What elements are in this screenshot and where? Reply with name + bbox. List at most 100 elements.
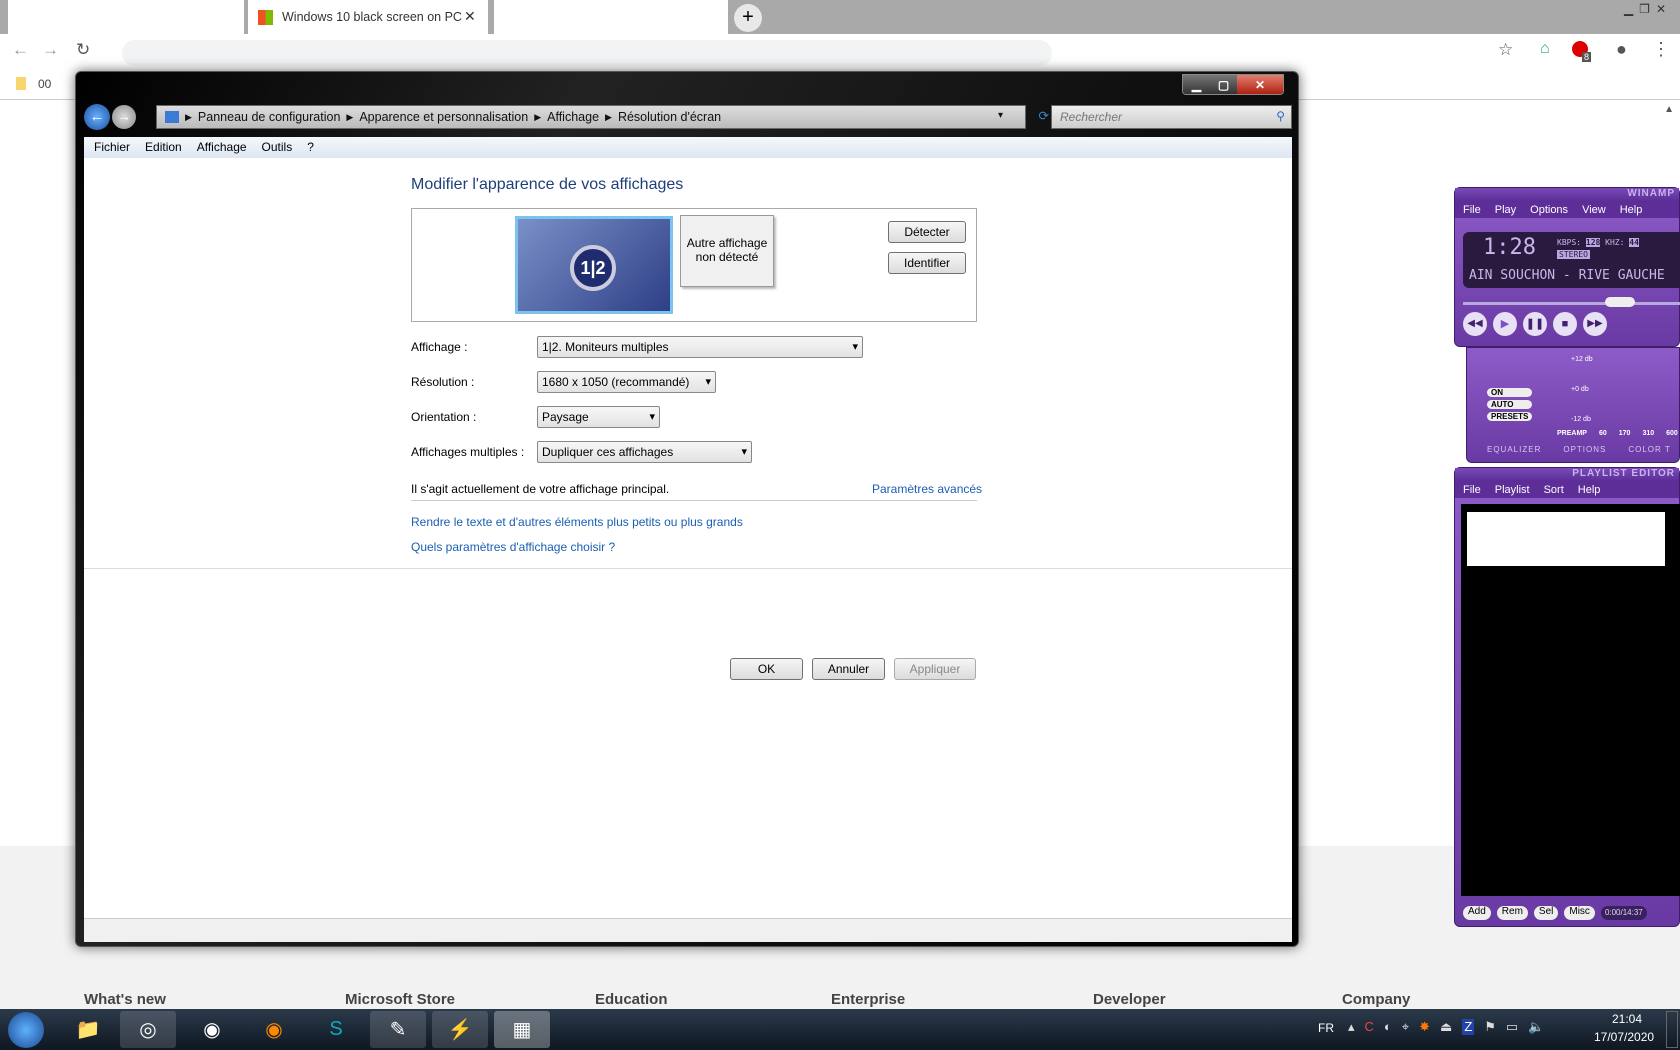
winamp-taskbar-icon[interactable]: ⚡	[432, 1011, 488, 1048]
menu-file[interactable]: File	[1463, 484, 1481, 496]
scroll-up-icon[interactable]: ▲	[1664, 104, 1674, 115]
clock-time[interactable]: 21:04	[1612, 1012, 1642, 1026]
notepad-taskbar-icon[interactable]: ✎	[370, 1011, 426, 1048]
footer-link[interactable]: Microsoft Store	[345, 991, 455, 1008]
control-panel-taskbar-icon[interactable]: ▦	[494, 1011, 550, 1048]
advanced-settings-link[interactable]: Paramètres avancés	[872, 482, 982, 496]
menu-play[interactable]: Play	[1495, 204, 1516, 216]
footer-link[interactable]: Company	[1342, 991, 1410, 1008]
reload-icon[interactable]: ↻	[76, 40, 90, 60]
minimize-button[interactable]: ▁	[1183, 75, 1210, 94]
flag-icon[interactable]: ⚑	[1484, 1019, 1496, 1035]
playlist-title[interactable]: PLAYLIST EDITOR	[1455, 468, 1679, 482]
refresh-icon[interactable]: ⟳	[1039, 108, 1049, 123]
minimize-icon[interactable]: ▁	[1624, 2, 1633, 16]
eq-presets-button[interactable]: PRESETS	[1487, 412, 1533, 421]
breadcrumb-item[interactable]: Résolution d'écran	[618, 110, 721, 124]
cancel-button[interactable]: Annuler	[812, 658, 885, 680]
chromium-taskbar-icon[interactable]: ◎	[120, 1011, 176, 1048]
menu-icon[interactable]: ⋮	[1652, 39, 1670, 60]
playlist-select-button[interactable]: Sel	[1533, 906, 1559, 920]
winamp-title[interactable]: WINAMP	[1455, 188, 1679, 202]
menu-affichage[interactable]: Affichage	[197, 140, 247, 155]
tab-color[interactable]: COLOR T	[1628, 445, 1670, 454]
resolution-select[interactable]: 1680 x 1050 (recommandé)	[537, 371, 716, 393]
undetected-display[interactable]: Autre affichage non détecté	[680, 215, 774, 287]
volume-icon[interactable]: 🔈	[1528, 1019, 1544, 1035]
playlist-remove-button[interactable]: Rem	[1496, 906, 1528, 920]
tab-equalizer[interactable]: EQUALIZER	[1487, 445, 1541, 454]
footer-link[interactable]: Enterprise	[831, 991, 905, 1008]
start-button[interactable]	[8, 1012, 44, 1048]
playlist-list[interactable]	[1461, 504, 1680, 896]
menu-edition[interactable]: Edition	[145, 140, 182, 155]
skype-taskbar-icon[interactable]: S	[308, 1011, 364, 1048]
pause-icon[interactable]: ❚❚	[1523, 312, 1547, 336]
app-tray-icon[interactable]: ◐	[1384, 1019, 1392, 1035]
menu-options[interactable]: Options	[1530, 204, 1568, 216]
playlist-misc-button[interactable]: Misc	[1564, 906, 1595, 920]
ok-button[interactable]: OK	[730, 658, 803, 680]
menu-playlist[interactable]: Playlist	[1495, 484, 1530, 496]
back-button[interactable]: ←	[84, 104, 110, 130]
identify-button[interactable]: Identifier	[888, 252, 966, 274]
playlist-add-button[interactable]: Add	[1463, 906, 1491, 920]
display-help-link[interactable]: Quels paramètres d'affichage choisir ?	[411, 540, 615, 554]
back-icon[interactable]: ←	[12, 40, 29, 60]
close-button[interactable]: ✕	[1237, 75, 1283, 94]
show-desktop-button[interactable]	[1666, 1011, 1678, 1048]
address-bar[interactable]	[122, 40, 1052, 66]
chrome-taskbar-icon[interactable]: ◉	[184, 1011, 240, 1048]
menu-view[interactable]: View	[1582, 204, 1606, 216]
multiple-displays-select[interactable]: Dupliquer ces affichages	[537, 441, 752, 463]
network-icon[interactable]: ▭	[1506, 1019, 1518, 1035]
detect-button[interactable]: Détecter	[888, 221, 966, 243]
stop-icon[interactable]: ■	[1553, 312, 1577, 336]
maximize-button[interactable]: ▢	[1210, 75, 1237, 94]
menu-file[interactable]: File	[1463, 204, 1481, 216]
dropdown-icon[interactable]: ▾	[998, 110, 1003, 121]
menu-outils[interactable]: Outils	[262, 140, 293, 155]
forward-button[interactable]: →	[112, 105, 136, 129]
window-controls[interactable]: ▁ ❐ ✕	[1624, 2, 1666, 16]
menu-sort[interactable]: Sort	[1544, 484, 1564, 496]
monitor-1-2[interactable]: 1|2	[515, 216, 673, 314]
usb-icon[interactable]: ⏏	[1440, 1019, 1452, 1035]
text-size-link[interactable]: Rendre le texte et d'autres éléments plu…	[411, 515, 743, 529]
profile-icon[interactable]: ●	[1616, 39, 1627, 60]
breadcrumb-item[interactable]: Affichage	[547, 110, 599, 124]
show-hidden-icons[interactable]: ▴	[1348, 1019, 1355, 1035]
tab-options[interactable]: OPTIONS	[1563, 445, 1606, 454]
footer-link[interactable]: Developer	[1093, 991, 1166, 1008]
menu-help[interactable]: Help	[1620, 204, 1643, 216]
breadcrumb[interactable]: ▶ Panneau de configuration ▶ Apparence et …	[156, 105, 1049, 129]
forward-icon[interactable]: →	[42, 40, 59, 60]
footer-link[interactable]: What's new	[84, 991, 166, 1008]
previous-icon[interactable]: ◀◀	[1463, 312, 1487, 336]
tab-active[interactable]: Windows 10 black screen on PC ✕	[248, 0, 488, 34]
ccleaner-icon[interactable]: C	[1365, 1019, 1374, 1035]
zonealarm-icon[interactable]: Z	[1462, 1019, 1475, 1035]
seek-bar[interactable]	[1463, 302, 1680, 305]
firefox-taskbar-icon[interactable]: ◉	[246, 1011, 302, 1048]
clock-date[interactable]: 17/07/2020	[1594, 1030, 1654, 1044]
footer-link[interactable]: Education	[595, 991, 668, 1008]
restore-icon[interactable]: ❐	[1639, 2, 1650, 16]
seek-handle[interactable]	[1605, 297, 1635, 307]
eq-on-button[interactable]: ON	[1487, 388, 1533, 397]
eq-auto-button[interactable]: AUTO	[1487, 400, 1533, 409]
home-extension-icon[interactable]: ⌂	[1540, 40, 1550, 58]
display-select[interactable]: 1|2. Moniteurs multiples	[537, 336, 863, 358]
menu-help[interactable]: Help	[1578, 484, 1601, 496]
close-icon[interactable]: ✕	[1656, 2, 1666, 16]
orientation-select[interactable]: Paysage	[537, 406, 660, 428]
search-input[interactable]: Rechercher ⚲	[1051, 105, 1292, 129]
satellite-icon[interactable]: ⌖	[1402, 1019, 1409, 1035]
star-icon[interactable]: ☆	[1498, 40, 1513, 60]
menu-fichier[interactable]: Fichier	[94, 140, 130, 155]
close-tab-icon[interactable]: ✕	[464, 8, 476, 25]
bookmark-item[interactable]: 00	[38, 77, 51, 91]
explorer-taskbar-icon[interactable]: 📁	[60, 1011, 116, 1048]
breadcrumb-item[interactable]: Panneau de configuration	[198, 110, 340, 124]
play-icon[interactable]: ▶	[1493, 312, 1517, 336]
